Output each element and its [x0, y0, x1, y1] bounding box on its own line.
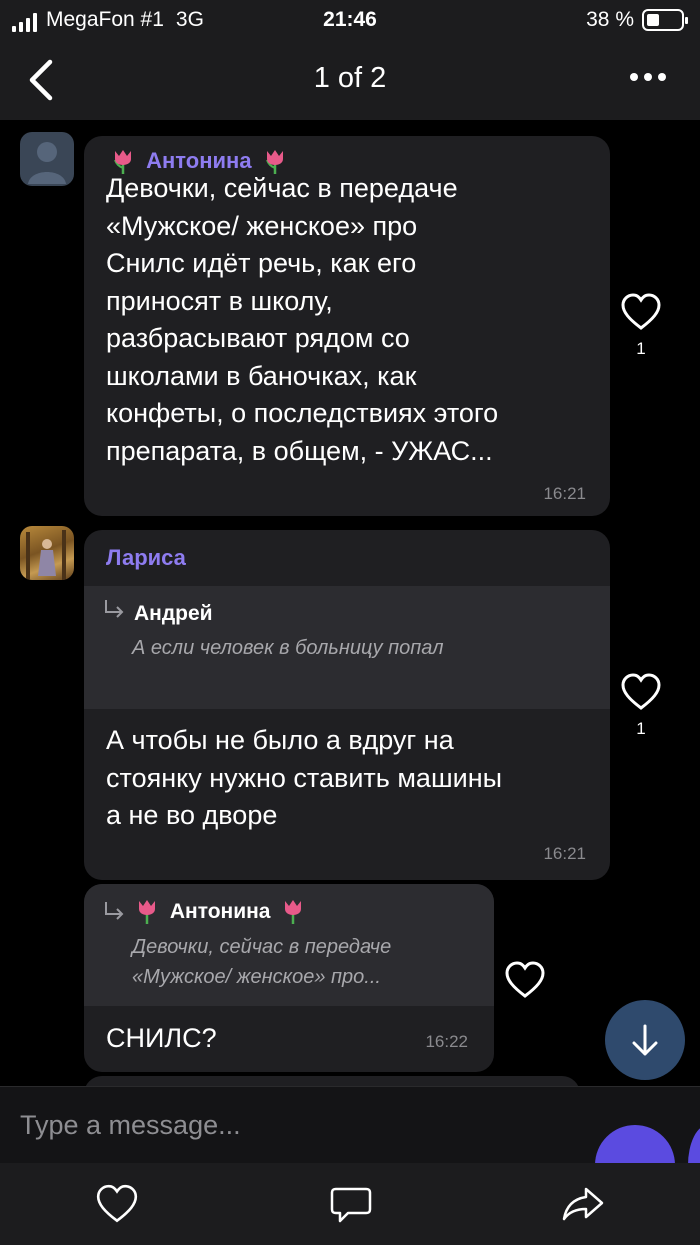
battery-icon	[642, 9, 688, 31]
message-time: 16:21	[543, 844, 586, 863]
like-toolbar-button[interactable]	[94, 1183, 140, 1225]
message-time: 16:22	[425, 1032, 468, 1051]
reply-arrow-icon	[105, 902, 124, 920]
reply-author: Антонина	[134, 898, 306, 926]
message-bubble[interactable]: Антонина Девочки, сейчас в передаче «Муж…	[84, 884, 494, 1072]
scroll-down-button[interactable]	[605, 1000, 685, 1080]
tulip-icon	[139, 900, 155, 924]
like-button[interactable]: 1	[618, 292, 664, 359]
like-button[interactable]: 1	[618, 672, 664, 739]
message-time: 16:21	[543, 484, 586, 503]
heart-icon	[96, 1184, 138, 1223]
more-button[interactable]	[626, 62, 670, 92]
like-count: 1	[636, 719, 646, 738]
like-button[interactable]	[502, 960, 548, 1005]
user-photo-icon	[26, 530, 66, 580]
arrow-down-icon	[632, 1024, 658, 1056]
user-placeholder-icon	[28, 142, 66, 184]
reply-author-label: Антонина	[169, 899, 271, 923]
navigation-bar: 1 of 2	[0, 40, 700, 120]
heart-icon	[621, 673, 661, 710]
page-counter: 1 of 2	[313, 62, 387, 94]
heart-icon	[505, 961, 545, 998]
like-count: 1	[636, 339, 646, 358]
heart-icon	[621, 293, 661, 330]
avatar-antonina[interactable]	[20, 132, 74, 186]
sender-name: Лариса	[106, 545, 186, 570]
comment-toolbar-button[interactable]	[328, 1183, 374, 1225]
reply-text: А если человек в больницу попал	[132, 637, 444, 659]
avatar-larisa[interactable]	[20, 526, 74, 580]
reply-quote[interactable]: Антонина Девочки, сейчас в передаче «Муж…	[84, 884, 494, 1006]
more-dots-icon	[630, 73, 638, 81]
message-bubble[interactable]: Антонина Девочки, сейчас в передаче «Муж…	[84, 136, 610, 516]
message-composer	[0, 1086, 700, 1205]
share-icon	[562, 1187, 604, 1221]
reply-text: Девочки, сейчас в передаче «Мужское/ жен…	[132, 936, 392, 988]
bottom-toolbar	[0, 1163, 700, 1245]
reply-quote[interactable]: Андрей А если человек в больницу попал	[84, 586, 610, 709]
message-text: А чтобы не было а вдруг на стоянку нужно…	[106, 725, 503, 830]
message-text: Девочки, сейчас в передаче «Мужское/ жен…	[106, 173, 499, 466]
battery-percent: 38 %	[586, 8, 634, 31]
reply-author: Андрей	[134, 602, 213, 625]
battery-info: 38 %	[586, 8, 688, 32]
tulip-icon	[285, 900, 302, 924]
message-bubble[interactable]: Лариса Андрей А если человек в больницу …	[84, 530, 610, 880]
status-bar: MegaFon #1 3G 21:46 38 %	[0, 0, 700, 40]
chat-area[interactable]: Антонина Девочки, сейчас в передаче «Муж…	[0, 120, 700, 1086]
message-bubble[interactable]	[84, 1076, 580, 1086]
message-input[interactable]	[20, 1103, 570, 1147]
comment-icon	[330, 1187, 372, 1223]
share-toolbar-button[interactable]	[560, 1183, 606, 1225]
message-text: СНИЛС?	[106, 1023, 217, 1053]
reply-arrow-icon	[105, 600, 124, 618]
